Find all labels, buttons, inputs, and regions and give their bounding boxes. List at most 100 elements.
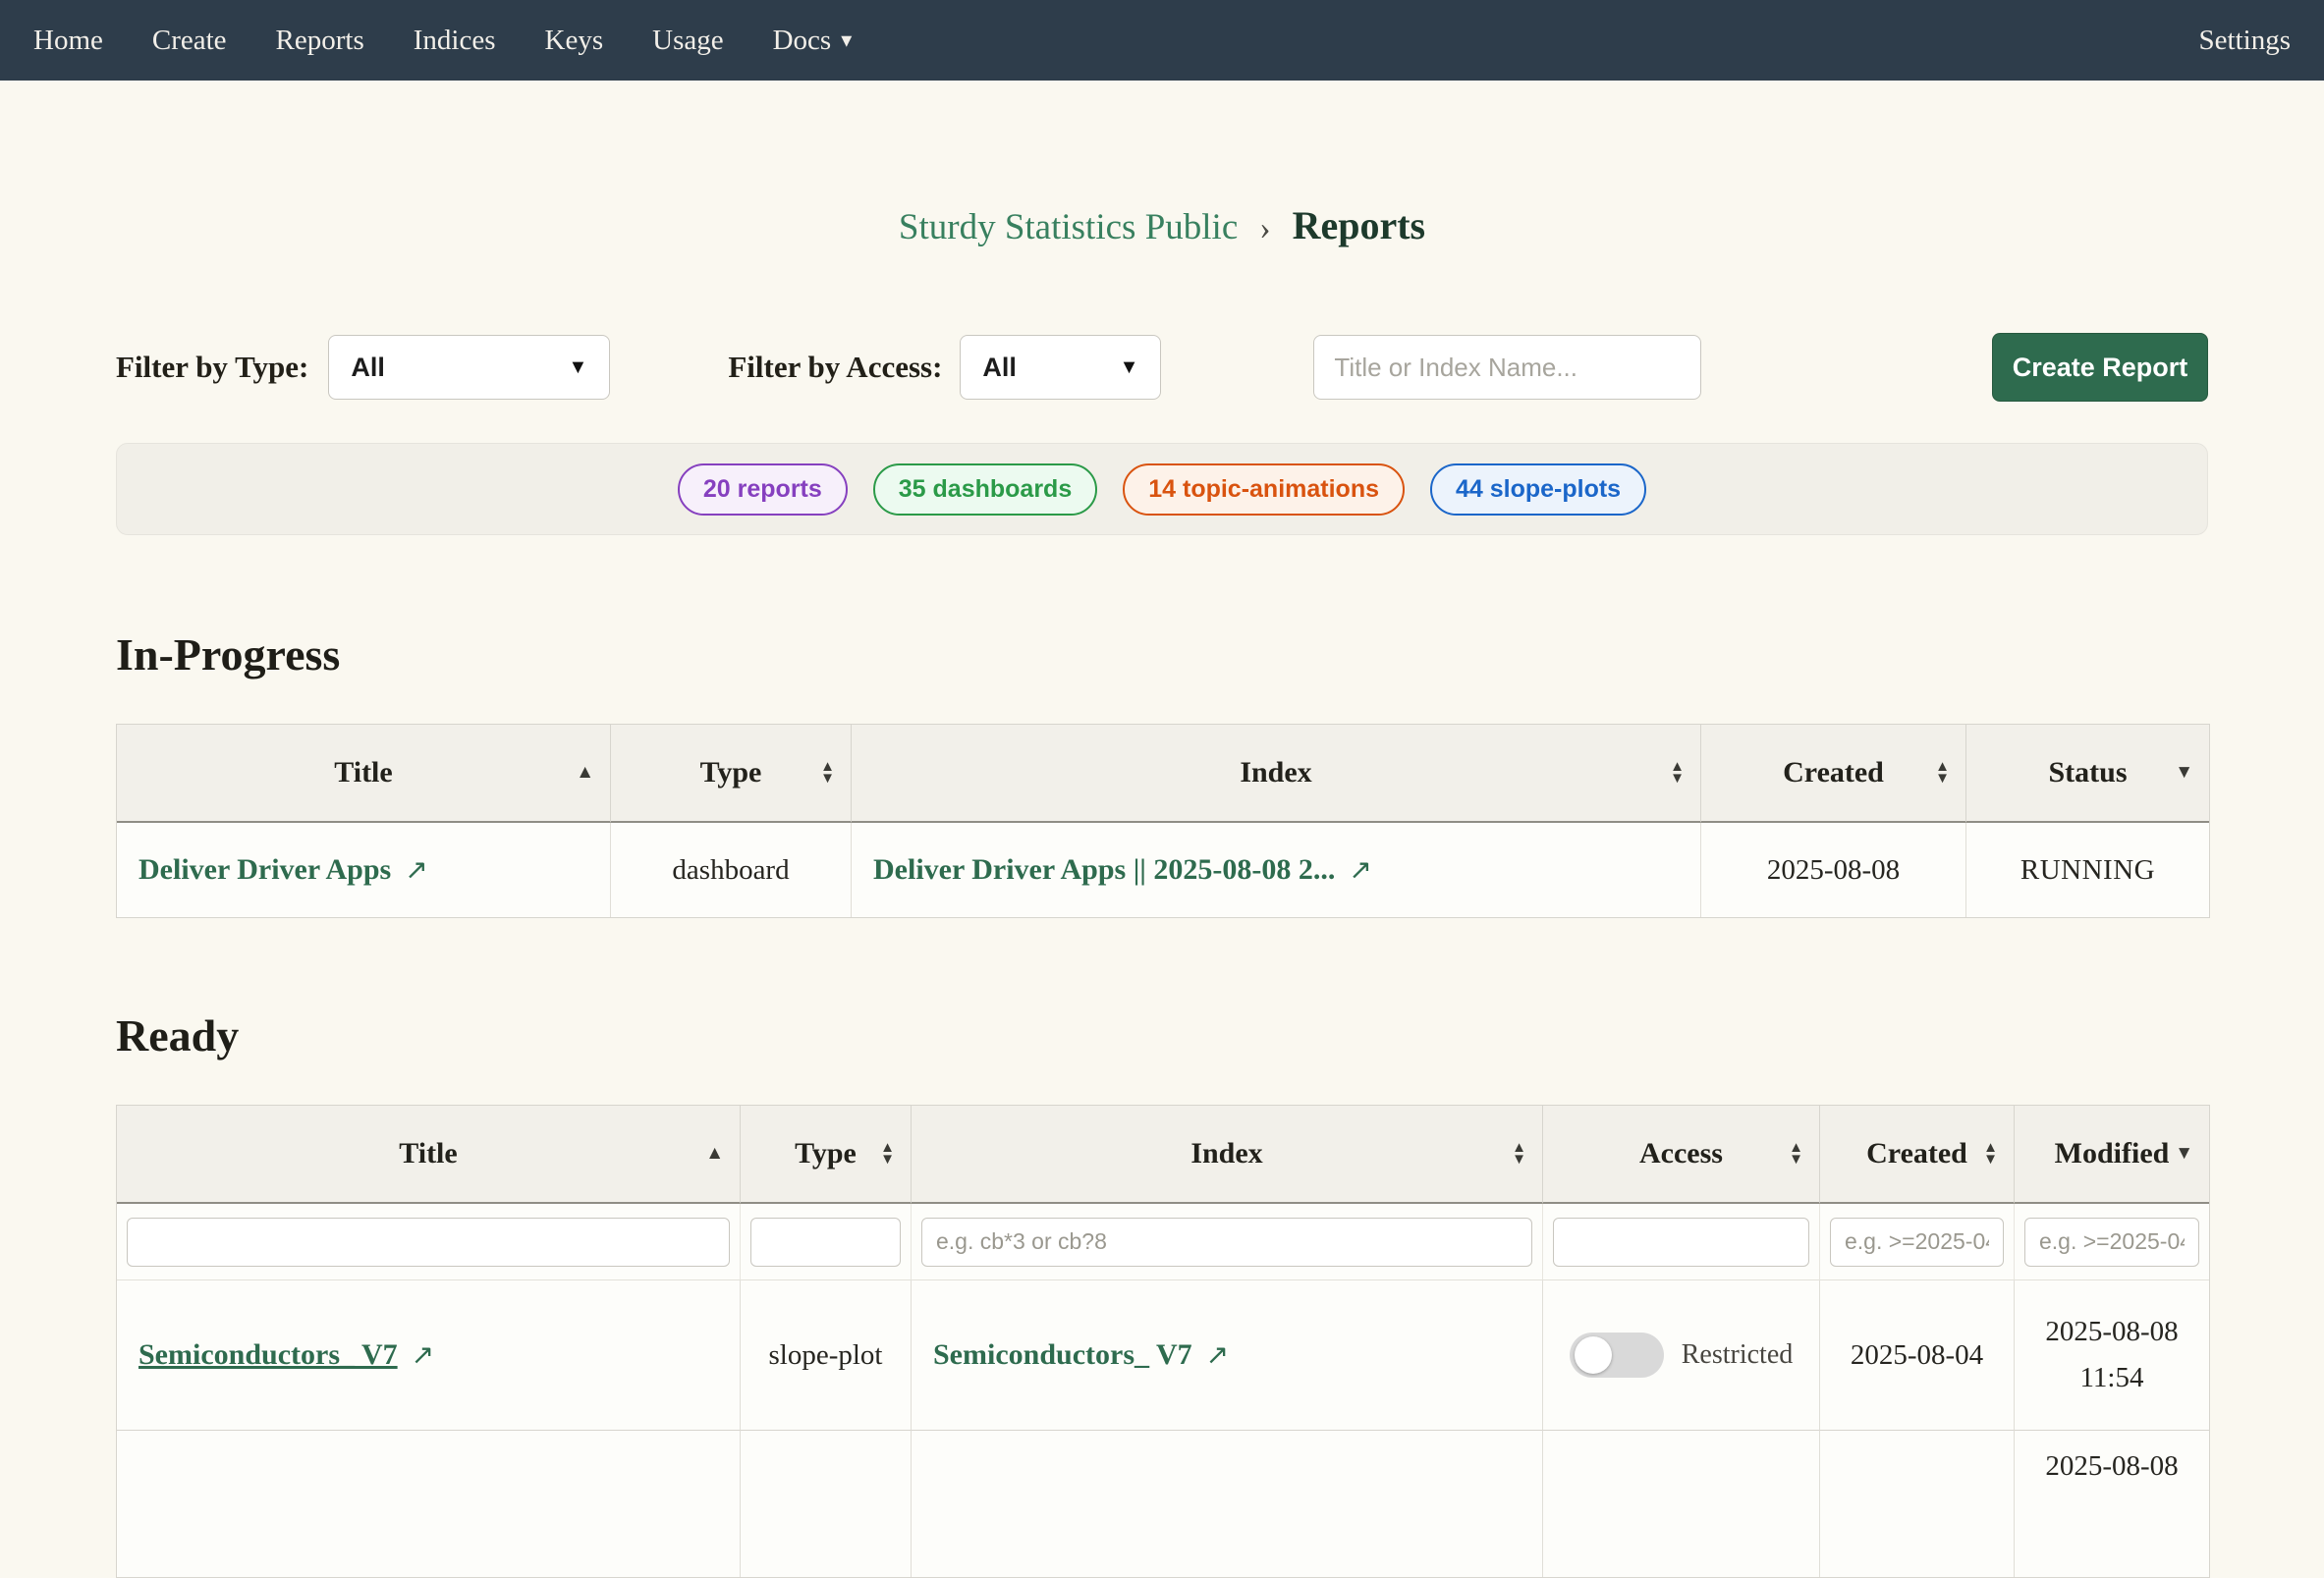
title-cell (117, 1430, 741, 1577)
sort-asc-icon: ▲ (576, 762, 594, 784)
access-filter-value: All (982, 353, 1017, 383)
index-link[interactable]: Semiconductors_ V7 ↗ (933, 1338, 1229, 1372)
sort-both-icon: ▲▼ (1670, 761, 1685, 785)
type-filter-cell (741, 1204, 912, 1280)
nav-home[interactable]: Home (33, 25, 103, 57)
index-filter-input[interactable] (921, 1218, 1532, 1267)
filter-type-label: Filter by Type: (116, 350, 308, 385)
type-cell: slope-plot (741, 1280, 912, 1430)
col-header-title-label: Title (399, 1137, 457, 1170)
sort-desc-icon: ▼ (2175, 1143, 2193, 1165)
status-cell: RUNNING (1966, 823, 2209, 917)
modified-cell: 2025-08-08 (2015, 1430, 2209, 1577)
col-header-index-label: Index (1240, 756, 1311, 789)
col-header-type[interactable]: Type ▲▼ (741, 1106, 912, 1204)
col-header-access[interactable]: Access ▲▼ (1543, 1106, 1820, 1204)
access-state-label: Restricted (1682, 1339, 1794, 1371)
ready-header-row: Title ▲ Type ▲▼ Index ▲▼ Access (117, 1106, 2209, 1204)
page-title: Reports (1293, 203, 1426, 247)
nav-settings[interactable]: Settings (2199, 25, 2291, 57)
created-filter-input[interactable] (1830, 1218, 2004, 1267)
col-header-modified[interactable]: Modified ▼ (2015, 1106, 2209, 1204)
ready-heading: Ready (116, 1010, 2208, 1061)
chevron-down-icon: ▼ (1120, 356, 1139, 379)
sort-both-icon: ▲▼ (820, 761, 835, 785)
title-cell: Semiconductors_ V7 ↗ (117, 1280, 741, 1430)
nav-indices[interactable]: Indices (414, 25, 496, 57)
access-cell: Restricted (1543, 1280, 1820, 1430)
index-link[interactable]: Deliver Driver Apps || 2025-08-08 2... ↗ (873, 853, 1372, 887)
access-cell (1543, 1430, 1820, 1577)
breadcrumb-separator-icon: › (1259, 210, 1270, 246)
col-header-index[interactable]: Index ▲▼ (912, 1106, 1543, 1204)
col-header-title-label: Title (334, 756, 392, 789)
external-link-icon: ↗ (412, 1338, 434, 1372)
type-filter-input[interactable] (750, 1218, 901, 1267)
col-header-title[interactable]: Title ▲ (117, 725, 611, 823)
report-title-link[interactable]: Deliver Driver Apps ↗ (138, 853, 428, 887)
col-header-title[interactable]: Title ▲ (117, 1106, 741, 1204)
in-progress-heading: In-Progress (116, 629, 2208, 680)
col-header-created[interactable]: Created ▲▼ (1701, 725, 1966, 823)
col-header-status[interactable]: Status ▼ (1966, 725, 2209, 823)
create-report-button[interactable]: Create Report (1992, 333, 2208, 402)
sort-asc-icon: ▲ (705, 1143, 724, 1165)
created-cell: 2025-08-04 (1820, 1280, 2015, 1430)
nav-reports[interactable]: Reports (276, 25, 364, 57)
title-filter-cell (117, 1204, 741, 1280)
topic-animations-count-badge: 14 topic-animations (1123, 463, 1405, 516)
chevron-down-icon: ▾ (841, 29, 852, 51)
table-row-partial: 2025-08-08 (117, 1430, 2209, 1577)
chevron-down-icon: ▼ (569, 356, 588, 379)
sort-both-icon: ▲▼ (1983, 1142, 1998, 1166)
toggle-knob-icon (1575, 1336, 1612, 1374)
modified-filter-cell (2015, 1204, 2209, 1280)
col-header-type[interactable]: Type ▲▼ (611, 725, 852, 823)
col-header-status-label: Status (2048, 756, 2127, 789)
breadcrumb: Sturdy Statistics Public › Reports (0, 196, 2324, 264)
access-filter-input[interactable] (1553, 1218, 1809, 1267)
external-link-icon: ↗ (1349, 853, 1371, 887)
in-progress-header-row: Title ▲ Type ▲▼ Index ▲▼ Created (117, 725, 2209, 823)
index-cell: Deliver Driver Apps || 2025-08-08 2... ↗ (852, 823, 1701, 917)
filter-access-label: Filter by Access: (728, 350, 942, 385)
nav-usage[interactable]: Usage (652, 25, 723, 57)
table-row: Deliver Driver Apps ↗ dashboard Deliver … (117, 823, 2209, 917)
top-navbar: Home Create Reports Indices Keys Usage D… (0, 0, 2324, 81)
col-header-index[interactable]: Index ▲▼ (852, 725, 1701, 823)
created-filter-cell (1820, 1204, 2015, 1280)
col-header-type-label: Type (795, 1137, 857, 1170)
col-header-created-label: Created (1866, 1137, 1967, 1170)
modified-time: 11:54 (2020, 1355, 2203, 1401)
col-header-created-label: Created (1783, 756, 1884, 789)
modified-filter-input[interactable] (2024, 1218, 2199, 1267)
reports-count-badge: 20 reports (678, 463, 848, 516)
col-header-created[interactable]: Created ▲▼ (1820, 1106, 2015, 1204)
modified-date: 2025-08-08 (2020, 1309, 2203, 1355)
sort-both-icon: ▲▼ (1789, 1142, 1803, 1166)
title-cell: Deliver Driver Apps ↗ (117, 823, 611, 917)
external-link-icon: ↗ (1206, 1338, 1229, 1372)
title-filter-input[interactable] (127, 1218, 730, 1267)
access-filter-select[interactable]: All ▼ (960, 335, 1161, 400)
type-filter-select[interactable]: All ▼ (328, 335, 610, 400)
sort-both-icon: ▲▼ (1935, 761, 1950, 785)
type-cell (741, 1430, 912, 1577)
main-content: Filter by Type: All ▼ Filter by Access: … (0, 333, 2324, 1578)
table-row: Semiconductors_ V7 ↗ slope-plot Semicond… (117, 1280, 2209, 1430)
nav-keys[interactable]: Keys (545, 25, 604, 57)
created-cell: 2025-08-08 (1701, 823, 1966, 917)
nav-docs[interactable]: Docs ▾ (773, 25, 853, 57)
type-filter-value: All (351, 353, 385, 383)
breadcrumb-parent-link[interactable]: Sturdy Statistics Public (899, 207, 1238, 247)
search-input[interactable] (1313, 335, 1701, 400)
ready-table: Title ▲ Type ▲▼ Index ▲▼ Access (116, 1105, 2210, 1578)
col-header-type-label: Type (700, 756, 762, 789)
nav-create[interactable]: Create (152, 25, 227, 57)
access-toggle[interactable] (1570, 1333, 1664, 1378)
access-filter-cell (1543, 1204, 1820, 1280)
col-header-access-label: Access (1639, 1137, 1723, 1170)
ready-filter-row (117, 1204, 2209, 1280)
report-title-link[interactable]: Semiconductors_ V7 ↗ (138, 1338, 434, 1372)
sort-both-icon: ▲▼ (880, 1142, 895, 1166)
